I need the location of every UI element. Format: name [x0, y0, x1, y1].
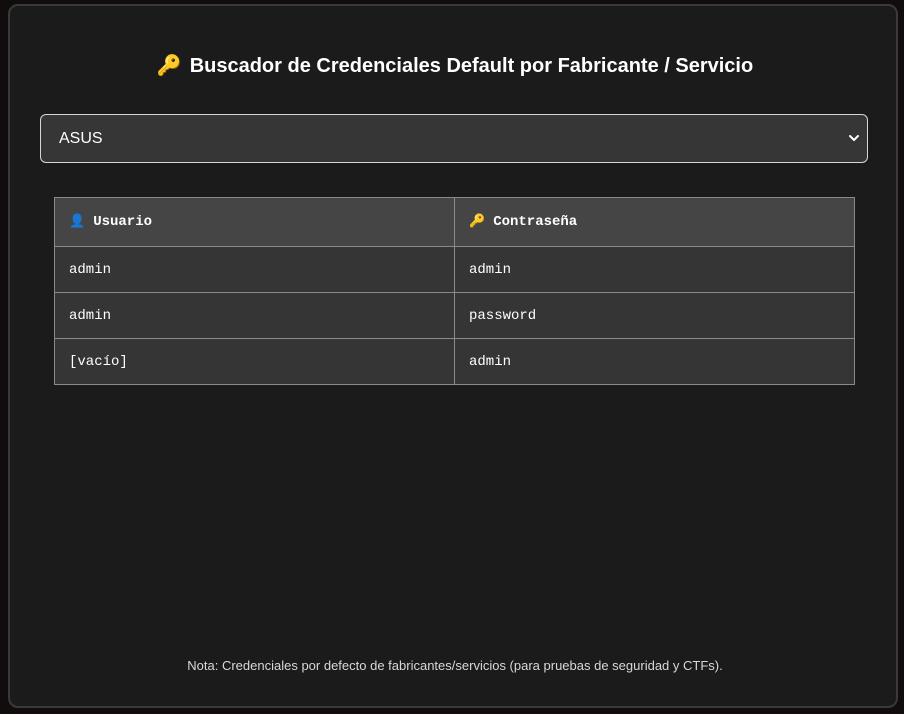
user-icon: 👤: [69, 214, 86, 229]
footer-note: Nota: Credenciales por defecto de fabric…: [187, 658, 723, 673]
main-panel: 🔑 Buscador de Credenciales Default por Fa…: [8, 4, 898, 708]
vendor-select-value: ASUS: [59, 129, 103, 147]
key-icon: 🔑: [156, 55, 182, 77]
key-icon: 🔑: [469, 214, 486, 229]
cell-password: password: [454, 292, 855, 339]
table-row: admin admin: [54, 246, 855, 293]
column-header-user: 👤 Usuario: [54, 197, 455, 247]
cell-user: admin: [54, 246, 455, 293]
column-header-label: Usuario: [93, 214, 152, 230]
table-row: [vacío] admin: [54, 338, 855, 385]
vendor-select[interactable]: ASUS: [40, 114, 868, 163]
cell-password: admin: [454, 338, 855, 385]
column-header-label: Contraseña: [493, 214, 578, 230]
cell-password: admin: [454, 246, 855, 293]
cell-user: admin: [54, 292, 455, 339]
column-header-password: 🔑 Contraseña: [454, 197, 855, 247]
table-header-row: 👤 Usuario 🔑 Contraseña: [54, 197, 855, 247]
cell-user: [vacío]: [54, 338, 455, 385]
credentials-table: 👤 Usuario 🔑 Contraseña admin admin admin p…: [54, 197, 855, 385]
chevron-down-icon: [849, 135, 859, 141]
page-title-text: Buscador de Credenciales Default por Fab…: [189, 55, 754, 77]
page-title: 🔑 Buscador de Credenciales Default por Fa…: [10, 52, 900, 80]
table-row: admin password: [54, 292, 855, 339]
